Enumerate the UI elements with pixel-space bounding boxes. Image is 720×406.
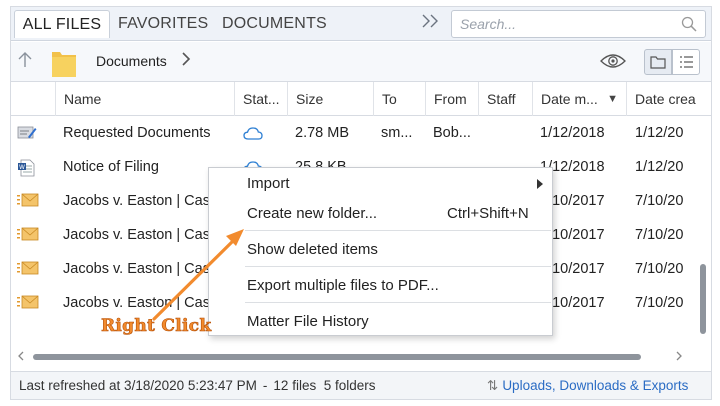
last-refreshed-text: Last refreshed at 3/18/2020 5:23:47 PM bbox=[19, 378, 257, 393]
tab-documents[interactable]: DOCUMENTS bbox=[222, 10, 327, 38]
column-header-name[interactable]: Name bbox=[55, 82, 234, 116]
email-icon bbox=[17, 261, 39, 280]
folder-view-button[interactable] bbox=[644, 49, 672, 75]
column-header-staff[interactable]: Staff bbox=[478, 82, 532, 116]
menu-divider bbox=[245, 266, 551, 267]
tab-all-files[interactable]: ALL FILES bbox=[14, 10, 110, 38]
table-row[interactable]: Requested Documents 2.78 MB sm... Bob...… bbox=[11, 116, 711, 150]
transfers-link[interactable]: ⇅ Uploads, Downloads & Exports bbox=[487, 378, 688, 394]
row-name: Jacobs v. Easton | Cas bbox=[63, 295, 210, 311]
search-box[interactable] bbox=[451, 10, 706, 38]
menu-item-label: Show deleted items bbox=[247, 241, 378, 258]
edit-document-icon bbox=[17, 125, 37, 146]
search-icon[interactable] bbox=[681, 16, 697, 37]
chevron-right-icon[interactable] bbox=[181, 50, 191, 73]
folder-icon bbox=[51, 48, 77, 83]
context-menu: Import Create new folder... Ctrl+Shift+N… bbox=[208, 167, 553, 336]
tab-bar: ALL FILES FAVORITES DOCUMENTS bbox=[11, 7, 711, 41]
horizontal-scrollbar-thumb[interactable] bbox=[33, 354, 641, 360]
row-date-created: 7/10/20 bbox=[635, 295, 684, 311]
date-modified-label: Date m... bbox=[541, 91, 598, 107]
column-header-date-created[interactable]: Date crea bbox=[626, 82, 698, 116]
breadcrumb-documents[interactable]: Documents bbox=[96, 53, 167, 69]
column-header-status[interactable]: Stat... bbox=[234, 82, 287, 116]
row-date-created: 1/12/20 bbox=[635, 159, 684, 175]
search-input[interactable] bbox=[460, 14, 670, 34]
status-separator: - bbox=[262, 378, 268, 393]
table-header: Name Stat... Size To From Staff Date m..… bbox=[11, 82, 711, 116]
word-document-icon: W bbox=[17, 159, 35, 182]
column-header-date-modified[interactable]: Date m... ▼ bbox=[532, 82, 626, 116]
menu-item-export-to-pdf[interactable]: Export multiple files to PDF... bbox=[209, 277, 552, 299]
row-name: Jacobs v. Easton | Cas bbox=[63, 193, 210, 209]
row-date-created: 7/10/20 bbox=[635, 261, 684, 277]
transfers-label[interactable]: Uploads, Downloads & Exports bbox=[502, 378, 688, 393]
menu-item-create-new-folder[interactable]: Create new folder... Ctrl+Shift+N bbox=[209, 205, 552, 227]
menu-item-show-deleted-items[interactable]: Show deleted items bbox=[209, 241, 552, 263]
row-name: Notice of Filing bbox=[63, 159, 159, 175]
scroll-left-icon[interactable] bbox=[17, 349, 25, 366]
up-arrow-icon[interactable] bbox=[17, 51, 33, 74]
column-header-size[interactable]: Size bbox=[287, 82, 373, 116]
column-header-icon[interactable] bbox=[11, 82, 55, 116]
row-date-modified: 1/12/2018 bbox=[540, 125, 605, 141]
more-tabs-icon[interactable] bbox=[419, 11, 443, 37]
row-name: Jacobs v. Easton | Cas bbox=[63, 227, 210, 243]
row-date-created: 7/10/20 bbox=[635, 193, 684, 209]
menu-divider bbox=[245, 302, 551, 303]
list-icon bbox=[673, 56, 699, 78]
menu-item-label: Create new folder... bbox=[247, 205, 378, 222]
row-name: Jacobs v. Easton | Cas bbox=[63, 261, 210, 277]
path-bar: Documents bbox=[11, 42, 711, 82]
row-date-created: 1/12/20 bbox=[635, 125, 684, 141]
menu-item-label: Import bbox=[247, 175, 290, 192]
row-from: Bob... bbox=[433, 125, 471, 141]
scroll-right-icon[interactable] bbox=[675, 349, 683, 366]
row-size: 2.78 MB bbox=[295, 125, 349, 141]
menu-item-label: Export multiple files to PDF... bbox=[247, 277, 439, 294]
column-header-to[interactable]: To bbox=[373, 82, 425, 116]
vertical-scrollbar-thumb[interactable] bbox=[700, 264, 706, 334]
folder-outline-icon bbox=[645, 56, 671, 78]
file-count: 12 files bbox=[273, 378, 317, 393]
tab-favorites[interactable]: FAVORITES bbox=[118, 10, 208, 38]
sort-descending-icon: ▼ bbox=[607, 93, 618, 105]
menu-item-shortcut: Ctrl+Shift+N bbox=[447, 205, 529, 222]
email-icon bbox=[17, 295, 39, 314]
row-date-created: 7/10/20 bbox=[635, 227, 684, 243]
transfer-arrows-icon: ⇅ bbox=[487, 378, 499, 393]
row-name: Requested Documents bbox=[63, 125, 211, 141]
vertical-scrollbar[interactable] bbox=[697, 116, 709, 352]
eye-icon[interactable] bbox=[599, 51, 627, 76]
email-icon bbox=[17, 227, 39, 246]
status-text: Last refreshed at 3/18/2020 5:23:47 PM -1… bbox=[19, 378, 376, 393]
svg-text:W: W bbox=[19, 164, 25, 171]
cloud-icon bbox=[243, 127, 263, 145]
menu-item-label: Matter File History bbox=[247, 313, 369, 330]
column-header-from[interactable]: From bbox=[425, 82, 478, 116]
menu-item-import[interactable]: Import bbox=[209, 175, 552, 197]
submenu-arrow-icon bbox=[537, 179, 543, 191]
email-icon bbox=[17, 193, 39, 212]
status-bar: Last refreshed at 3/18/2020 5:23:47 PM -1… bbox=[11, 371, 711, 399]
horizontal-scrollbar[interactable] bbox=[11, 349, 711, 365]
folder-count: 5 folders bbox=[323, 378, 376, 393]
menu-divider bbox=[245, 230, 551, 231]
list-view-button[interactable] bbox=[672, 49, 700, 75]
row-to: sm... bbox=[381, 125, 413, 141]
menu-item-matter-file-history[interactable]: Matter File History bbox=[209, 313, 552, 335]
